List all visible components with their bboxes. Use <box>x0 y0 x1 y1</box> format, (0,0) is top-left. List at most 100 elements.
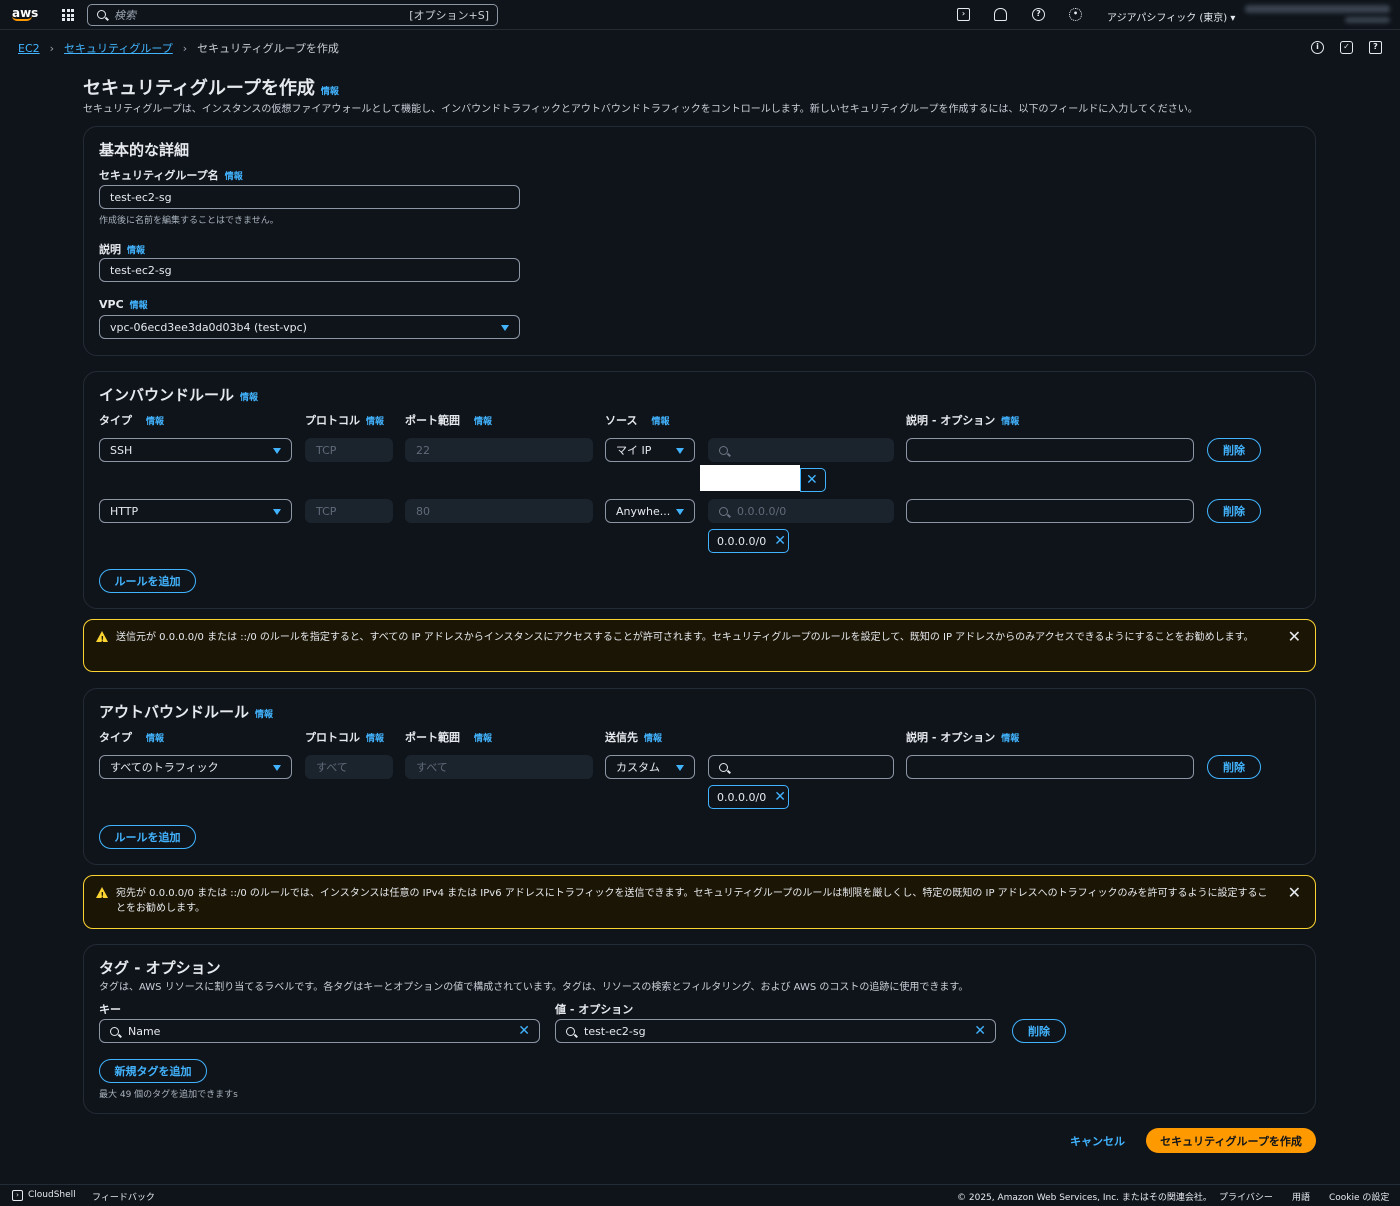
region-selector[interactable]: アジアパシフィック (東京) ▾ <box>1107 9 1235 24</box>
caret-down-icon <box>501 325 509 331</box>
info-link[interactable]: 情報 <box>130 301 148 311</box>
tags-limit-hint: 最大 49 個のタグを追加できます​s <box>99 1090 238 1100</box>
col-protocol: プロトコル 情報 <box>305 731 385 744</box>
cloudshell-icon[interactable]: › <box>957 8 970 21</box>
inbound-delete-button[interactable]: 削除 <box>1207 499 1261 523</box>
breadcrumb-ec2[interactable]: EC2 <box>18 42 40 55</box>
info-link[interactable]: 情報 <box>146 734 164 744</box>
info-icon[interactable]: i <box>1311 41 1324 54</box>
tag-key-value: Name <box>128 1024 161 1038</box>
search-shortcut: [オプション+S] <box>409 9 489 22</box>
close-icon[interactable]: ✕ <box>806 473 818 487</box>
info-link[interactable]: 情報 <box>255 710 273 720</box>
info-link[interactable]: 情報 <box>321 87 339 97</box>
info-link[interactable]: 情報 <box>366 417 384 427</box>
type-value: HTTP <box>110 504 139 518</box>
inbound-type-select[interactable]: SSH <box>99 438 292 462</box>
privacy-link[interactable]: プライバシー <box>1219 1190 1273 1203</box>
tag-value-value: test-ec2-sg <box>584 1024 646 1038</box>
breadcrumb-security-groups[interactable]: セキュリティグループ <box>64 40 173 56</box>
tag-delete-button[interactable]: 削除 <box>1012 1019 1066 1043</box>
col-port: ポート範囲 情報 <box>405 414 493 427</box>
inbound-description-input[interactable] <box>906 438 1194 462</box>
vpc-label: VPC 情報 <box>99 298 148 311</box>
outbound-description-input[interactable] <box>906 755 1194 779</box>
search-input[interactable]: 検索 [オプション+S] <box>87 4 498 26</box>
outbound-add-rule-button[interactable]: ルールを追加 <box>99 825 196 849</box>
inbound-source-select[interactable]: Anywhe... <box>605 499 695 523</box>
create-security-group-button[interactable]: セキュリティグループを作成 <box>1146 1128 1316 1153</box>
cloudshell-link[interactable]: CloudShell <box>28 1190 76 1200</box>
info-link[interactable]: 情報 <box>146 417 164 427</box>
col-description: 説明 - オプション 情報 <box>906 731 1020 744</box>
notifications-icon[interactable]: ✓ <box>1340 41 1353 54</box>
inbound-port-field: 80 <box>405 499 593 523</box>
col-destination: 送信先 情報 <box>605 731 663 744</box>
redacted-ip-token <box>700 465 800 491</box>
cookie-settings-link[interactable]: Cookie の設定 <box>1329 1190 1389 1203</box>
cidr-token: 0.0.0.0/0 ✕ <box>708 529 789 553</box>
inbound-type-select[interactable]: HTTP <box>99 499 292 523</box>
info-link[interactable]: 情報 <box>240 393 258 403</box>
aws-logo[interactable]: aws <box>12 6 38 21</box>
account-id <box>1345 17 1390 23</box>
info-link[interactable]: 情報 <box>651 417 669 427</box>
inbound-source-search: 0.0.0.0/0 <box>708 499 894 523</box>
inbound-protocol-field: TCP <box>305 438 393 462</box>
col-protocol: プロトコル 情報 <box>305 414 385 427</box>
inbound-description-input[interactable] <box>906 499 1194 523</box>
outbound-dest-select[interactable]: カスタム <box>605 755 695 779</box>
close-icon[interactable]: ✕ <box>1288 629 1301 645</box>
footer: › CloudShell フィードバック © 2025, Amazon Web … <box>0 1184 1400 1206</box>
ip-token: ✕ <box>800 468 826 492</box>
help-icon[interactable]: ? <box>1032 8 1045 21</box>
tag-value-input[interactable]: test-ec2-sg ✕ <box>555 1019 996 1043</box>
terms-link[interactable]: 用語 <box>1292 1190 1310 1203</box>
col-type: タイプ 情報 <box>99 414 165 427</box>
tags-heading: タグ - オプション <box>99 959 221 977</box>
info-link[interactable]: 情報 <box>127 246 145 256</box>
col-source: ソース 情報 <box>605 414 670 427</box>
col-description: 説明 - オプション 情報 <box>906 414 1020 427</box>
clear-icon[interactable]: ✕ <box>518 1024 530 1038</box>
inbound-delete-button[interactable]: 削除 <box>1207 438 1261 462</box>
info-link[interactable]: 情報 <box>366 734 384 744</box>
sg-name-input[interactable]: test-ec2-sg <box>99 185 520 209</box>
inbound-source-select[interactable]: マイ IP <box>605 438 695 462</box>
caret-down-icon <box>273 448 281 454</box>
inbound-port-field: 22 <box>405 438 593 462</box>
warning-text: 送信元が 0.0.0.0/0 または ::/0 のルールを指定すると、すべての … <box>116 632 1254 643</box>
breadcrumb-current: セキュリティグループを作成 <box>197 42 339 55</box>
outbound-protocol-field: すべて <box>305 755 393 779</box>
info-link[interactable]: 情報 <box>1001 734 1019 744</box>
description-input[interactable]: test-ec2-sg <box>99 258 520 282</box>
info-link[interactable]: 情報 <box>474 417 492 427</box>
feedback-icon[interactable]: ? <box>1369 41 1382 54</box>
copyright: © 2025, Amazon Web Services, Inc. またはその関… <box>957 1193 1212 1203</box>
close-icon[interactable]: ✕ <box>1288 885 1301 901</box>
outbound-type-select[interactable]: すべてのトラフィック <box>99 755 292 779</box>
bell-icon[interactable] <box>994 8 1007 21</box>
info-link[interactable]: 情報 <box>644 734 662 744</box>
vpc-select[interactable]: vpc-06ecd3ee3da0d03b4 (test-vpc) <box>99 315 520 339</box>
info-link[interactable]: 情報 <box>225 172 243 182</box>
cloudshell-icon[interactable]: › <box>12 1190 23 1201</box>
cancel-button[interactable]: キャンセル <box>1070 1133 1125 1149</box>
clear-icon[interactable]: ✕ <box>974 1024 986 1038</box>
outbound-dest-search[interactable] <box>708 755 894 779</box>
info-link[interactable]: 情報 <box>474 734 492 744</box>
services-grid-icon[interactable] <box>62 9 74 21</box>
inbound-add-rule-button[interactable]: ルールを追加 <box>99 569 196 593</box>
search-icon <box>110 1027 119 1036</box>
close-icon[interactable]: ✕ <box>774 790 786 804</box>
outbound-delete-button[interactable]: 削除 <box>1207 755 1261 779</box>
tag-key-input[interactable]: Name ✕ <box>99 1019 540 1043</box>
add-tag-button[interactable]: 新規タグを追加 <box>99 1059 207 1083</box>
feedback-link[interactable]: フィードバック <box>92 1190 155 1203</box>
caret-down-icon <box>676 765 684 771</box>
info-link[interactable]: 情報 <box>1001 417 1019 427</box>
close-icon[interactable]: ✕ <box>774 534 786 548</box>
gear-icon[interactable]: • <box>1069 8 1082 21</box>
token-label: 0.0.0.0/0 <box>717 534 767 548</box>
account-menu[interactable] <box>1245 5 1390 13</box>
